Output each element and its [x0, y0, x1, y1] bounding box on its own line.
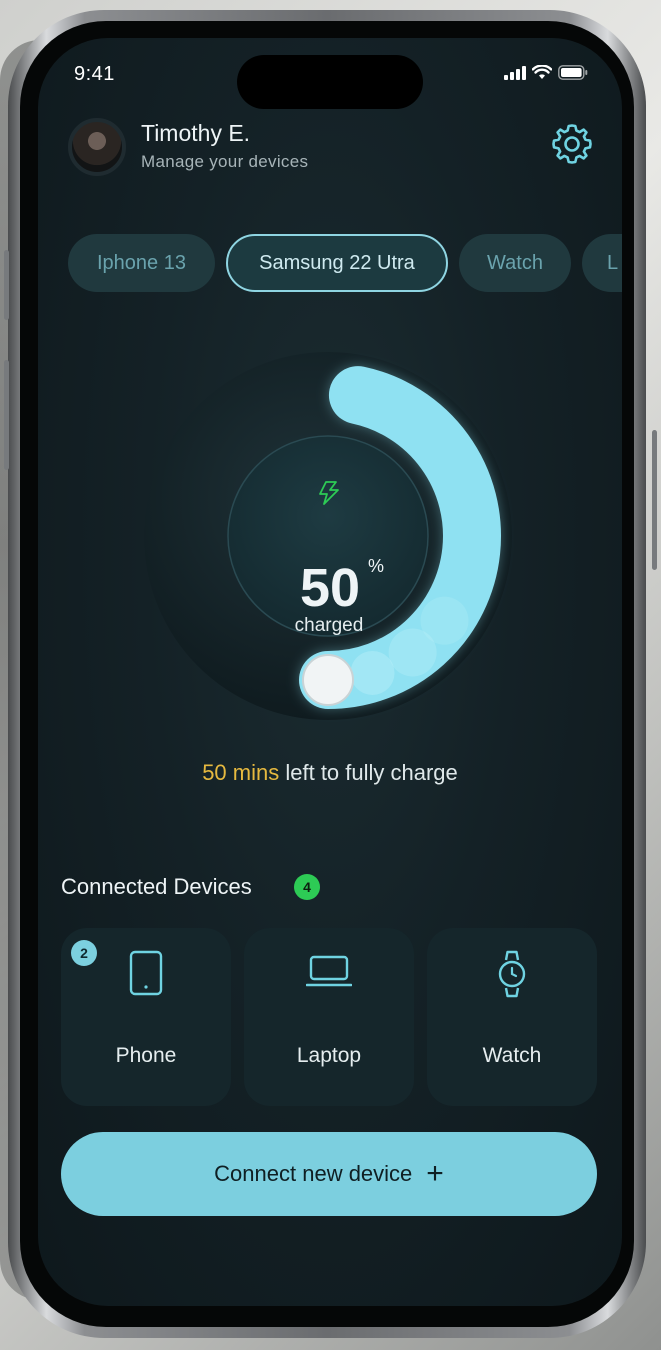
charge-trail-dot [420, 596, 469, 645]
volume-up-button [4, 250, 9, 320]
device-label-laptop: Laptop [296, 1044, 362, 1067]
tab-samsung-22-utra[interactable]: Samsung 22 Utra [226, 234, 448, 292]
time-left-rest: left to fully charge [285, 760, 458, 785]
device-card-watch[interactable]: Watch [427, 928, 597, 1106]
watch-icon [498, 950, 526, 998]
avatar[interactable] [68, 118, 126, 176]
connect-new-device-button[interactable]: Connect new device + [61, 1132, 597, 1216]
time-left-text: 50 mins left to fully charge [38, 760, 622, 786]
tab-iphone-13[interactable]: Iphone 13 [68, 234, 215, 292]
battery-icon [558, 65, 588, 80]
wifi-icon [532, 65, 552, 79]
device-label-phone: Phone [115, 1044, 177, 1067]
status-icons [504, 65, 588, 80]
plus-icon: + [426, 1157, 444, 1190]
device-card-laptop[interactable]: Laptop [244, 928, 414, 1106]
tab-partial[interactable]: L [582, 234, 622, 292]
user-name: Timothy E. [141, 120, 251, 146]
gear-icon[interactable] [550, 122, 594, 166]
user-subtitle: Manage your devices [141, 152, 309, 171]
charge-percent-sign: % [368, 556, 384, 576]
status-time: 9:41 [74, 63, 115, 85]
connected-count-badge: 4 [294, 874, 320, 900]
dynamic-island [237, 55, 423, 109]
app-screen: 9:41 Timothy E. Manage your devices Ipho… [38, 38, 622, 1306]
device-card-phone[interactable]: 2 Phone [61, 928, 231, 1106]
tab-watch[interactable]: Watch [459, 234, 571, 292]
signal-icon [504, 65, 526, 80]
charge-caption: charged [295, 615, 364, 636]
time-left-highlight: 50 mins [202, 760, 280, 785]
connected-devices-title: Connected Devices [61, 874, 252, 899]
laptop-icon [306, 955, 352, 987]
device-label-watch: Watch [482, 1044, 542, 1067]
phone-count-badge: 2 [71, 940, 97, 966]
charge-dial-graphic: 50 % charged [144, 352, 512, 720]
charge-dial: 50 % charged [38, 338, 622, 738]
connect-new-device-label: Connect new device [214, 1161, 413, 1186]
charge-slider-knob[interactable] [302, 654, 354, 706]
power-button [652, 430, 657, 570]
charge-percent: 50 [300, 558, 360, 618]
charge-trail-dot [350, 650, 395, 695]
phone-icon [129, 950, 163, 996]
volume-down-button [4, 360, 9, 470]
device-tabs: Iphone 13 Samsung 22 Utra Watch L [68, 234, 622, 292]
